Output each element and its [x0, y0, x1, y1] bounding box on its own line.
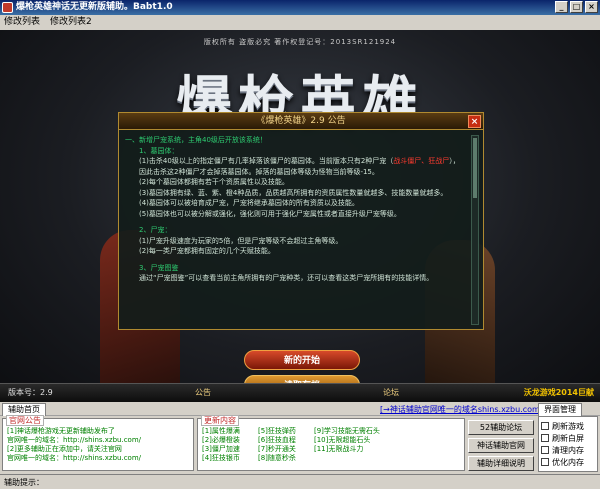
option-optimize-memory[interactable]: 优化内存 [541, 456, 595, 468]
update-item: [9]学习技能无需石头 [314, 427, 380, 435]
notice-section-1: 一、新增尸宠系统，主角40级后开放该系统！ [125, 136, 267, 144]
notice-subheading: 1、墓园体： [139, 146, 179, 155]
app-icon [2, 2, 13, 13]
notice-close-button[interactable]: × [468, 115, 481, 128]
notice-paragraph: (4)墓园体可以被培育成尸宠，尸宠将继承墓园体的所有资质以及技能。 [139, 199, 359, 207]
notice-paragraph: (3)墓园体拥有绿、蓝、紫、橙4种品质，品质越高所拥有的资质属性数量就越多、技能… [139, 188, 448, 197]
studio-credit: 沃龙游戏2014巨献 [523, 388, 594, 397]
option-label: 清理内存 [552, 445, 584, 455]
notice-subheading: 3、尸宠图鉴 [139, 263, 179, 272]
game-bottom-bar [0, 383, 600, 402]
maximize-button[interactable]: □ [570, 1, 583, 13]
checkbox[interactable] [541, 434, 549, 442]
announcement-lines: [1]神话爆枪游戏无更新辅助发布了 官网唯一的域名：http://shins.x… [7, 427, 141, 463]
window-title: 爆枪英雄神话无更新版辅助。Babt1.0 [16, 2, 173, 12]
update-list: [1]属性爆满 [5]狂技弹药 [9]学习技能无需石头 [2]必爆橙装 [6]狂… [202, 427, 434, 463]
notice-text: (1)击杀40级以上的指定僵尸有几率掉落该僵尸的墓园体。当前版本只有2种尸宠（ [139, 157, 394, 165]
checkbox[interactable] [541, 446, 549, 454]
update-item: [5]狂技弹药 [258, 427, 296, 435]
tab-ui-manage[interactable]: 界面管理 [538, 403, 582, 416]
menu-item-edit-list-2[interactable]: 修改列表2 [50, 15, 92, 30]
update-item [314, 454, 434, 463]
update-item: [3]僵尸加速 [202, 445, 240, 453]
notice-highlight: 战斗僵尸、狂战尸 [393, 157, 450, 165]
forum-52-button[interactable]: 52辅助论坛 [468, 420, 534, 435]
update-item: [11]无限战斗力 [314, 445, 364, 453]
notice-body: 一、新增尸宠系统，主角40级后开放该系统！ 1、墓园体： (1)击杀40级以上的… [125, 135, 461, 325]
option-label: 优化内存 [552, 457, 584, 467]
title-bar: 爆枪英雄神话无更新版辅助。Babt1.0 _ □ × [0, 0, 600, 15]
update-item: [1]属性爆满 [202, 427, 240, 435]
option-refresh-game[interactable]: 刷新游戏 [541, 420, 595, 432]
update-content-panel: 更新内容 [1]属性爆满 [5]狂技弹药 [9]学习技能无需石头 [2]必爆橙装… [197, 415, 465, 471]
official-announcement-panel: 官网公告 [1]神话爆枪游戏无更新辅助发布了 官网唯一的域名：http://sh… [2, 415, 194, 471]
option-refresh-white-screen[interactable]: 刷新白屏 [541, 432, 595, 444]
notice-subheading: 2、尸宠： [139, 226, 172, 234]
notice-paragraph: (1)击杀40级以上的指定僵尸有几率掉落该僵尸的墓园体。当前版本只有2种尸宠（战… [125, 156, 461, 177]
checkbox[interactable] [541, 422, 549, 430]
update-item: [8]随意秒杀 [258, 454, 296, 462]
notice-paragraph: (5)墓园体也可以被分解或强化，强化则可用于强化尸宠属性或者直接升级尸宠等级。 [139, 209, 401, 218]
notice-paragraph: (1)尸宠升级速度为玩家的5倍，但是尸宠等级不会超过主角等级。 [139, 236, 343, 245]
notice-paragraph: 通过“尸宠图鉴”可以查看当前主角所拥有的尸宠种类，还可以查看这类尸宠所拥有的技能… [139, 274, 434, 282]
ui-manage-options: 刷新游戏 刷新白屏 清理内存 优化内存 [538, 416, 598, 472]
helper-link-buttons: 52辅助论坛 神话辅助官网 辅助详细说明 [468, 420, 534, 471]
notice-paragraph: (2)每个墓园体都拥有若干个资质属性以及技能。 [139, 178, 289, 186]
update-item: [2]必爆橙装 [202, 436, 240, 444]
announcement-line: [1]神话爆枪游戏无更新辅助发布了 [7, 427, 115, 435]
notice-scroll-thumb[interactable] [473, 138, 477, 198]
version-label: 版本号：2.9 [8, 388, 53, 397]
helper-manual-button[interactable]: 辅助详细说明 [468, 456, 534, 471]
announcement-line[interactable]: 官网唯一的域名：http://shins.xzbu.com/ [7, 436, 141, 445]
status-bar: 辅助提示： [0, 474, 600, 489]
notice-title: 《爆枪英雄》2.9 公告 [119, 113, 483, 130]
minimize-button[interactable]: _ [555, 1, 568, 13]
notice-paragraph: (2)每一类尸宠都拥有固定的几个天赋技能。 [139, 247, 275, 255]
menu-bar: 修改列表 修改列表2 [0, 15, 600, 30]
helper-tab-strip: 辅助首页 [→神话辅助官网唯一的域名shins.xzbu.com] 界面管理 [0, 402, 600, 416]
update-item: [10]无限超能石头 [314, 436, 371, 444]
notice-link[interactable]: 公告 [195, 387, 211, 398]
official-site-button[interactable]: 神话辅助官网 [468, 438, 534, 453]
option-label: 刷新游戏 [552, 421, 584, 431]
announcement-line: [2]更多辅助正在添加中，请关注官网 [7, 445, 122, 453]
menu-item-edit-list[interactable]: 修改列表 [4, 15, 40, 30]
update-item: [6]狂技血程 [258, 436, 296, 444]
status-label: 辅助提示： [4, 478, 44, 487]
checkbox[interactable] [541, 458, 549, 466]
option-label: 刷新白屏 [552, 433, 584, 443]
option-clear-memory[interactable]: 清理内存 [541, 444, 595, 456]
notice-scrollbar[interactable] [471, 135, 479, 325]
window-controls: _ □ × [555, 1, 598, 13]
close-button[interactable]: × [585, 1, 598, 13]
copyright-text: 版权所有 盗版必究 著作权登记号：2013SR121924 [203, 38, 397, 46]
updates-title: 更新内容 [201, 415, 239, 426]
forum-link[interactable]: 论坛 [383, 387, 399, 398]
official-site-link[interactable]: [→神话辅助官网唯一的域名shins.xzbu.com] [380, 404, 543, 415]
new-game-button[interactable]: 新的开始 [244, 350, 360, 370]
announcement-title: 官网公告 [6, 415, 44, 426]
notice-dialog: 《爆枪英雄》2.9 公告 × 一、新增尸宠系统，主角40级后开放该系统！ 1、墓… [118, 112, 484, 330]
announcement-line[interactable]: 官网唯一的域名：http://shins.xzbu.com/ [7, 454, 141, 463]
update-item: [4]狂技银币 [202, 454, 240, 462]
update-item: [7]秒开通关 [258, 445, 296, 453]
